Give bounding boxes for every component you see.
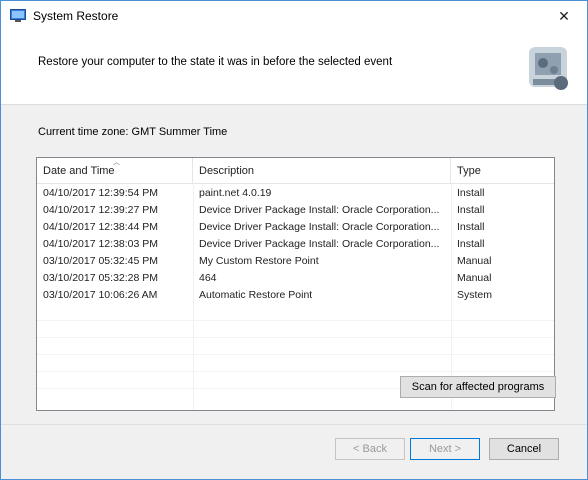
table-row[interactable]: 04/10/2017 12:38:44 PM Device Driver Pac… [37,219,554,236]
column-description[interactable]: Description [193,158,451,184]
cell-type: Install [457,221,485,233]
scan-affected-programs-button[interactable]: Scan for affected programs [400,376,556,398]
cell-date-time: 03/10/2017 05:32:45 PM [43,255,159,267]
table-row[interactable]: 03/10/2017 10:06:26 AM Automatic Restore… [37,287,554,304]
restore-points-list[interactable]: ︿ Date and Time Description Type 04/10/2… [36,157,555,411]
table-row[interactable]: 04/10/2017 12:38:03 PM Device Driver Pac… [37,236,554,253]
timezone-label: Current time zone: GMT Summer Time [38,126,228,138]
header-panel: Restore your computer to the state it wa… [1,31,587,105]
list-rows: 04/10/2017 12:39:54 PM paint.net 4.0.19 … [37,185,554,389]
empty-row [37,355,554,372]
cell-type: Install [457,204,485,216]
cell-date-time: 04/10/2017 12:38:03 PM [43,238,159,250]
window-title: System Restore [33,9,119,23]
cell-description: Device Driver Package Install: Oracle Co… [199,221,440,233]
cell-type: Manual [457,272,492,284]
sort-ascending-icon: ︿ [113,159,120,166]
empty-row [37,304,554,321]
cell-date-time: 03/10/2017 10:06:26 AM [43,289,158,301]
list-header: ︿ Date and Time Description Type [37,158,554,184]
cell-date-time: 04/10/2017 12:38:44 PM [43,221,159,233]
instruction-text: Restore your computer to the state it wa… [38,56,393,68]
footer-divider [1,424,587,425]
table-row[interactable]: 03/10/2017 05:32:28 PM 464 Manual [37,270,554,287]
cell-type: Manual [457,255,492,267]
cell-description: Device Driver Package Install: Oracle Co… [199,204,440,216]
cell-date-time: 04/10/2017 12:39:54 PM [43,187,159,199]
restore-graphic-icon [529,47,568,90]
table-row[interactable]: 04/10/2017 12:39:27 PM Device Driver Pac… [37,202,554,219]
title-bar: System Restore ✕ [1,1,587,31]
system-restore-icon [10,9,26,22]
column-type[interactable]: Type [451,158,554,184]
close-icon: ✕ [558,7,570,24]
cell-description: 464 [199,272,217,284]
content-panel: Current time zone: GMT Summer Time ︿ Dat… [1,106,587,460]
next-button[interactable]: Next > [410,438,480,460]
empty-row [37,338,554,355]
table-row[interactable]: 03/10/2017 05:32:45 PM My Custom Restore… [37,253,554,270]
cell-description: My Custom Restore Point [199,255,319,267]
table-row[interactable]: 04/10/2017 12:39:54 PM paint.net 4.0.19 … [37,185,554,202]
back-button[interactable]: < Back [335,438,405,460]
close-button[interactable]: ✕ [541,1,587,31]
cell-date-time: 04/10/2017 12:39:27 PM [43,204,159,216]
system-restore-window: System Restore ✕ Restore your computer t… [0,0,588,480]
cell-description: Device Driver Package Install: Oracle Co… [199,238,440,250]
cell-description: paint.net 4.0.19 [199,187,272,199]
cell-date-time: 03/10/2017 05:32:28 PM [43,272,159,284]
column-date-time[interactable]: ︿ Date and Time [37,158,193,184]
cell-type: System [457,289,493,301]
cell-type: Install [457,238,485,250]
empty-row [37,321,554,338]
cell-type: Install [457,187,485,199]
cell-description: Automatic Restore Point [199,289,313,301]
cancel-button[interactable]: Cancel [489,438,559,460]
